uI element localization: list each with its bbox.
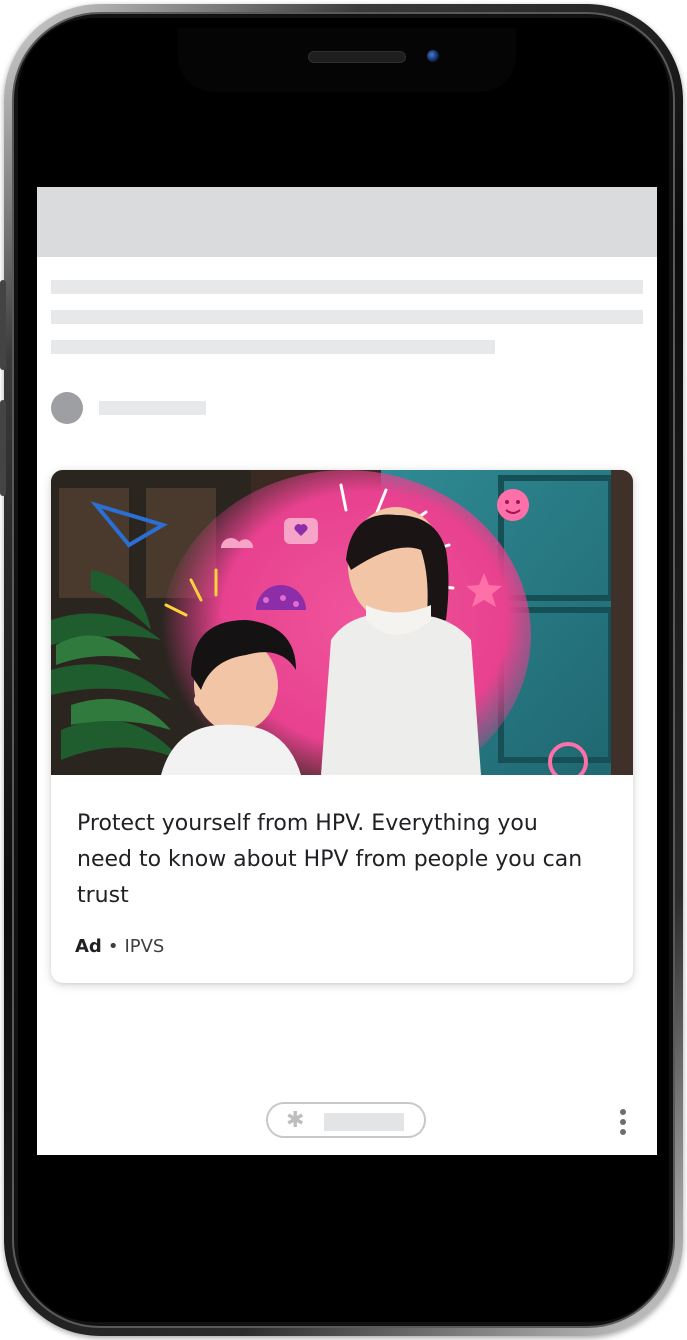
ad-label: Ad <box>75 936 102 957</box>
more-dot <box>620 1119 626 1125</box>
text-line-placeholder <box>51 310 643 324</box>
ad-headline[interactable]: Protect yourself from HPV. Everything yo… <box>77 806 597 914</box>
bottom-action-pill[interactable]: ✱ <box>266 1102 426 1138</box>
phone-screen: Protect yourself from HPV. Everything yo… <box>37 187 657 1155</box>
more-vert-icon[interactable] <box>613 1107 633 1137</box>
text-line-placeholder <box>51 280 643 294</box>
avatar-placeholder <box>51 392 83 424</box>
asterisk-icon: ✱ <box>286 1107 305 1132</box>
more-dot <box>620 1109 626 1115</box>
top-app-bar-placeholder <box>37 187 657 257</box>
front-camera <box>427 50 439 62</box>
volume-up-button <box>0 280 6 370</box>
author-name-placeholder <box>99 401 206 415</box>
ad-image[interactable] <box>51 470 633 775</box>
volume-down-button <box>0 400 6 496</box>
ad-attribution: Ad • IPVS <box>75 936 164 957</box>
pill-label-placeholder <box>324 1113 404 1131</box>
ad-card[interactable]: Protect yourself from HPV. Everything yo… <box>51 470 633 983</box>
text-line-placeholder <box>51 340 495 354</box>
more-dot <box>620 1129 626 1135</box>
advertiser-name: IPVS <box>124 936 165 957</box>
earpiece-speaker <box>308 51 406 63</box>
ad-separator: • <box>107 936 119 957</box>
